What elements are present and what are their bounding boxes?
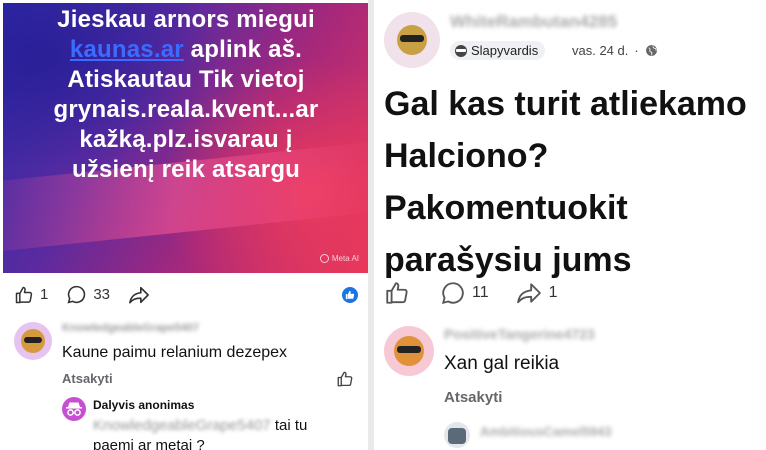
thumb-up-icon	[15, 286, 33, 303]
comment-username-blurred[interactable]: KnowledgeableGrape5407	[62, 322, 199, 334]
badge-label: Slapyvardis	[471, 43, 539, 58]
reply-text-line1: KnowledgeableGrape5407 tai tu	[93, 417, 307, 434]
anonymous-badge: Slapyvardis	[450, 41, 546, 60]
post-author-avatar[interactable]	[384, 12, 440, 68]
comment-bubble-icon	[441, 282, 464, 305]
avatar[interactable]	[444, 422, 470, 448]
image-text-link[interactable]: kaunas.ar	[70, 36, 184, 63]
reply-text-line2: paemi ar metai ?	[93, 437, 205, 450]
share-count: 1	[548, 284, 558, 301]
image-text-line2-rest: aplink aš.	[183, 36, 303, 63]
sunglasses-emoji-icon	[21, 329, 45, 353]
left-post-panel: Jieskau arnors miegui kaunas.ar aplink a…	[0, 0, 368, 450]
left-action-bar: 1 33	[14, 284, 150, 305]
post-date[interactable]: vas. 24 d.	[572, 43, 628, 58]
comment-button[interactable]: 11	[440, 280, 489, 306]
post-image[interactable]: Jieskau arnors miegui kaunas.ar aplink a…	[3, 3, 368, 273]
headline-line3: Pakomentuokit	[384, 189, 628, 227]
post-author-username-blurred[interactable]: WhiteRambutan4285	[450, 12, 617, 32]
right-action-bar: 11 1	[384, 280, 558, 306]
sunglasses-emoji-icon	[448, 428, 466, 444]
comment-username-blurred[interactable]: AmbitiousCamel5943	[480, 424, 612, 439]
reply-link[interactable]: Atsakyti	[444, 389, 502, 406]
image-text-line3: Atiskautau Tik vietoj	[67, 66, 305, 93]
anonymous-avatar[interactable]	[62, 397, 86, 421]
comment-text: Kaune paimu relanium dezepex	[62, 344, 288, 361]
share-arrow-icon	[129, 286, 149, 304]
image-text-line5: kažką.plz.isvarau į	[79, 126, 293, 153]
reply-text: tai tu	[270, 417, 308, 434]
globe-icon	[645, 45, 657, 56]
share-button[interactable]	[128, 285, 150, 305]
comment-bubble-icon	[67, 285, 86, 304]
share-button[interactable]: 1	[515, 281, 558, 305]
thumb-up-icon	[337, 371, 353, 387]
like-badge-icon	[342, 287, 358, 303]
like-count: 1	[40, 286, 49, 303]
comment-button[interactable]: 33	[66, 284, 110, 305]
comment-like-button[interactable]	[336, 370, 354, 393]
comment-username-blurred[interactable]: PositiveTangerine4723	[444, 326, 595, 342]
meta-ai-watermark: Meta AI	[319, 254, 359, 263]
comment-count: 33	[93, 286, 111, 303]
image-text-line2: kaunas.ar aplink aš.	[3, 35, 368, 65]
right-post-panel: WhiteRambutan4285 Slapyvardis vas. 24 d.…	[374, 0, 766, 450]
reply-author[interactable]: Dalyvis anonimas	[93, 398, 194, 412]
reply-mention-blurred[interactable]: KnowledgeableGrape5407	[93, 417, 271, 434]
headline-line2: Halciono?	[384, 137, 549, 175]
image-text-line4: grynais.reala.kvent...ar	[53, 96, 319, 123]
image-text-line6: užsienį reik atsargu	[71, 156, 301, 183]
headline-line1: Gal kas turit atliekamo	[384, 85, 747, 123]
incognito-icon	[66, 402, 82, 416]
headline-line4: parašysiu jums	[384, 241, 632, 279]
like-button[interactable]	[384, 280, 410, 306]
comment-text: Xan gal reikia	[444, 353, 560, 374]
avatar[interactable]	[384, 326, 434, 376]
comment-count: 11	[472, 284, 489, 301]
post-headline: Gal kas turit atliekamo Halciono? Pakome…	[384, 78, 766, 286]
avatar[interactable]	[14, 322, 52, 360]
sunglasses-emoji-icon	[455, 44, 467, 57]
like-button[interactable]: 1	[14, 285, 48, 305]
meta-ai-ring-icon	[319, 254, 329, 263]
sunglasses-emoji-icon	[394, 336, 424, 366]
meta-separator: ·	[634, 43, 639, 58]
sunglasses-emoji-icon	[397, 25, 427, 55]
share-arrow-icon	[516, 283, 541, 304]
post-image-text: Jieskau arnors miegui kaunas.ar aplink a…	[3, 5, 368, 185]
watermark-label: Meta AI	[331, 254, 359, 263]
image-text-line1: Jieskau arnors miegui	[57, 6, 315, 33]
thumb-up-icon	[386, 282, 408, 304]
reply-link[interactable]: Atsakyti	[62, 371, 113, 386]
post-meta: vas. 24 d. ·	[572, 43, 658, 58]
